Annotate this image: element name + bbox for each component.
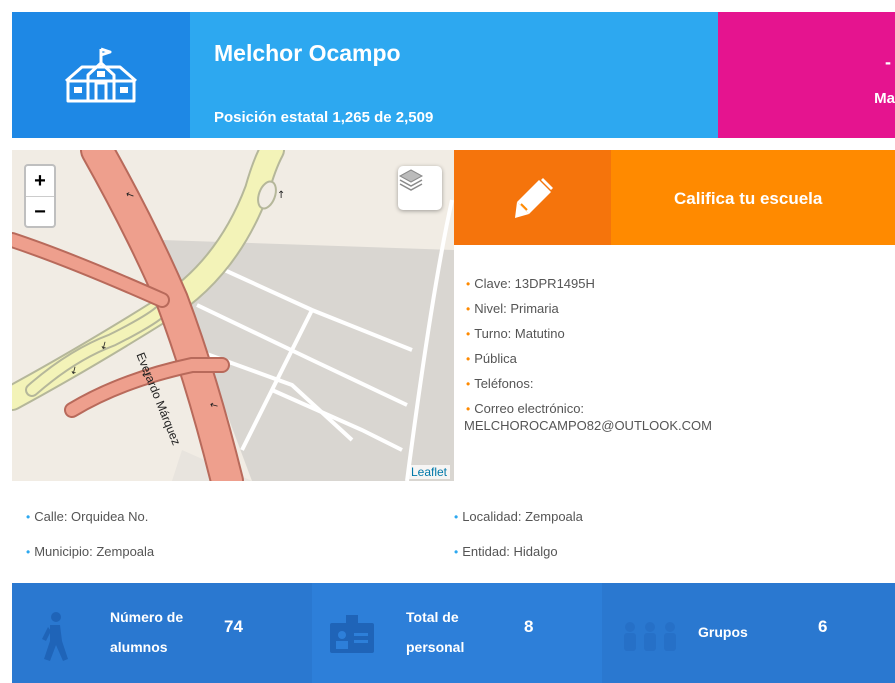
info-telefonos-text: Teléfonos:	[474, 376, 534, 391]
info-turno-text: Turno: Matutino	[474, 326, 565, 341]
info-correo-label: Correo electrónico:	[474, 401, 585, 416]
address-entidad-text: Entidad: Hidalgo	[462, 544, 558, 559]
address-municipio: • Municipio: Zempoala	[26, 544, 155, 559]
map-tiles: ↑ ↑ ↙ ↙ ← ↖	[12, 150, 454, 481]
school-header-main: Melchor Ocampo Posición estatal 1,265 de…	[190, 12, 718, 138]
address-localidad: • Localidad: Zempoala	[454, 509, 583, 524]
leaflet-attribution-link[interactable]: Leaflet	[407, 465, 450, 479]
stat-personal-label-1: Total de	[406, 609, 459, 625]
school-building-icon	[65, 47, 137, 103]
info-nivel: • Nivel: Primaria	[466, 301, 559, 316]
stat-alumnos-label-2: alumnos	[110, 639, 168, 655]
right-panel-dash: -	[885, 52, 891, 72]
address-entidad: • Entidad: Hidalgo	[454, 544, 558, 559]
info-tipo: • Pública	[466, 351, 517, 366]
address-calle: • Calle: Orquidea No.	[26, 509, 149, 524]
info-correo: • Correo electrónico: MELCHOROCAMPO82@OUT…	[464, 401, 712, 433]
rate-icon-box	[454, 150, 611, 245]
school-name: Melchor Ocampo	[214, 40, 401, 66]
right-panel-text: Ma	[874, 90, 895, 107]
stat-personal-value: 8	[524, 617, 534, 636]
school-header: Melchor Ocampo Posición estatal 1,265 de…	[12, 12, 895, 138]
info-nivel-text: Nivel: Primaria	[474, 301, 559, 316]
zoom-out-button[interactable]: −	[26, 196, 54, 226]
school-icon-box	[12, 12, 190, 138]
right-panel[interactable]: - Ma	[718, 12, 895, 138]
stat-alumnos-value: 74	[224, 617, 243, 636]
info-turno: • Turno: Matutino	[466, 326, 565, 341]
info-telefonos: • Teléfonos:	[466, 376, 534, 391]
zoom-in-button[interactable]: +	[26, 166, 54, 196]
school-profile-page: Melchor Ocampo Posición estatal 1,265 de…	[0, 0, 895, 683]
stat-grupos-value: 6	[818, 617, 828, 636]
info-clave: • Clave: 13DPR1495H	[466, 276, 595, 291]
school-location-map[interactable]: ↑ ↑ ↙ ↙ ← ↖ Everardo Márquez + − Leaflet	[12, 150, 454, 481]
rate-school-button[interactable]: Califica tu escuela	[454, 150, 895, 245]
layers-icon	[398, 169, 424, 191]
address-municipio-text: Municipio: Zempoala	[34, 544, 155, 559]
rate-school-label: Califica tu escuela	[674, 189, 823, 208]
stats-bar: Número de alumnos 74 Total de personal 8	[12, 583, 895, 683]
state-rank: Posición estatal 1,265 de 2,509	[214, 109, 434, 126]
map-zoom-control: + −	[24, 164, 56, 228]
svg-text:↑: ↑	[277, 190, 285, 201]
info-correo-value[interactable]: MELCHOROCAMPO82@OUTLOOK.COM	[464, 418, 712, 433]
pen-icon	[514, 177, 553, 218]
address-localidad-text: Localidad: Zempoala	[462, 509, 583, 524]
stat-grupos-label: Grupos	[698, 624, 748, 640]
school-info-list: • Clave: 13DPR1495H • Nivel: Primaria • Tur…	[464, 276, 712, 443]
staff-id-card-icon	[330, 615, 374, 653]
stat-alumnos-label-1: Número de	[110, 609, 184, 625]
map-layers-button[interactable]	[398, 166, 442, 210]
student-walking-icon	[42, 612, 68, 661]
stat-personal-label-2: personal	[406, 639, 465, 655]
groups-people-icon	[624, 622, 676, 651]
address-calle-text: Calle: Orquidea No.	[34, 509, 149, 524]
info-tipo-text: Pública	[474, 351, 517, 366]
info-clave-text: Clave: 13DPR1495H	[474, 276, 595, 291]
